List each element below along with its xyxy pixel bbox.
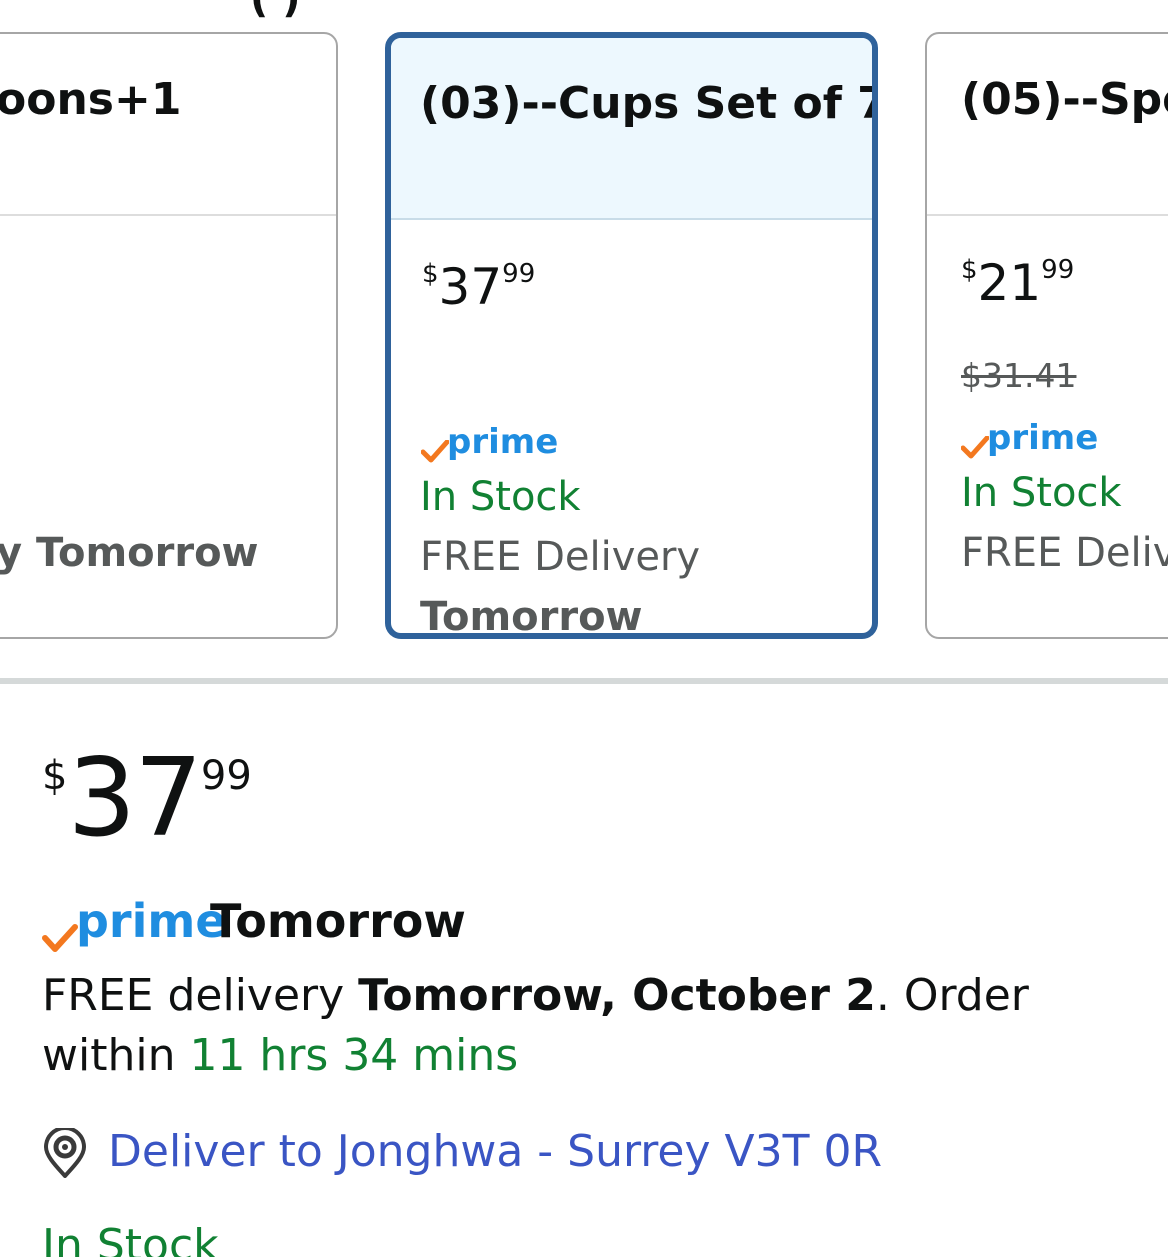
- list-price: $31.41: [961, 356, 1077, 395]
- price-symbol: $: [961, 255, 978, 285]
- delivery-date: Tomorrow, October 2: [358, 970, 876, 1021]
- delivery-tomorrow-text: y Tomorrow: [0, 530, 259, 576]
- product-page: ( ) oons+1 y Tomorrow (03)--Cups Set of …: [0, 0, 1168, 1257]
- delivery-tomorrow-text: Tomorrow: [420, 594, 643, 639]
- price-whole: 37: [438, 258, 503, 316]
- variant-card-header: (03)--Cups Set of 7: [391, 38, 872, 220]
- price-whole: 37: [67, 736, 202, 861]
- prime-check-icon: [421, 440, 449, 463]
- prime-check-icon: [961, 436, 989, 459]
- stock-status: In Stock: [42, 1220, 219, 1257]
- variant-card-header: (05)--Spo: [927, 34, 1168, 216]
- order-countdown: 11 hrs 34 mins: [189, 1030, 519, 1081]
- prime-delivery-day: Tomorrow: [210, 894, 466, 948]
- stock-status: In Stock: [961, 470, 1122, 516]
- delivery-message: FREE delivery Tomorrow, October 2. Order…: [42, 966, 1122, 1086]
- free-delivery-text: FREE Delivery: [420, 534, 701, 580]
- main-price: $3799: [42, 736, 252, 861]
- delivery-prefix: FREE delivery: [42, 970, 359, 1021]
- price-fraction: 99: [1041, 255, 1075, 285]
- price-fraction: 99: [200, 753, 252, 799]
- variant-price: $2199: [961, 254, 1074, 312]
- section-heading-partial: ( ): [250, 0, 301, 22]
- price-fraction: 99: [502, 259, 536, 289]
- variant-title: (05)--Spo: [961, 74, 1168, 125]
- stock-status: In Stock: [420, 474, 581, 520]
- variant-card-right[interactable]: (05)--Spo $2199 $31.41 prime In Stock FR…: [925, 32, 1168, 639]
- prime-label: prime: [447, 422, 559, 462]
- variant-card-header: oons+1: [0, 34, 336, 216]
- variant-card-selected[interactable]: (03)--Cups Set of 7 $3799 prime In Stock…: [385, 32, 878, 639]
- variant-price: $3799: [422, 258, 535, 316]
- prime-check-icon: [42, 924, 78, 952]
- variant-title: oons+1: [0, 74, 182, 125]
- price-symbol: $: [42, 753, 68, 799]
- price-whole: 21: [977, 254, 1042, 312]
- variant-title: (03)--Cups Set of 7: [420, 78, 878, 129]
- location-pin-icon: [44, 1128, 86, 1178]
- variant-card-left[interactable]: oons+1 y Tomorrow: [0, 32, 338, 639]
- prime-label: prime: [76, 894, 227, 948]
- free-delivery-text: FREE Delive: [961, 530, 1168, 576]
- prime-label: prime: [987, 418, 1099, 458]
- price-symbol: $: [422, 259, 439, 289]
- deliver-to-address[interactable]: Deliver to Jonghwa - Surrey V3T 0R: [108, 1126, 882, 1177]
- section-divider: [0, 678, 1168, 684]
